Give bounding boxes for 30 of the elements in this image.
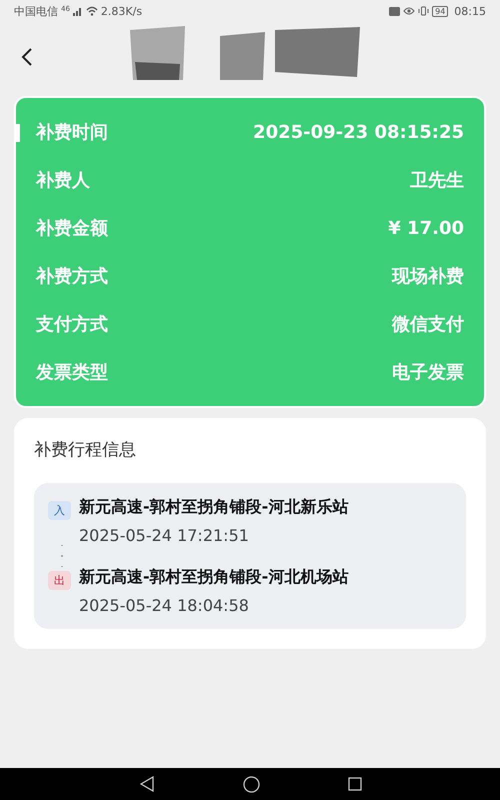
detail-value: 电子发票 [392,361,464,384]
detail-value: 卫先生 [410,169,464,192]
section-title: 补费行程信息 [34,439,137,461]
station-name: 新元高速-郭村至拐角铺段-河北新乐站 [79,497,348,518]
clock-time: 08:15 [454,4,486,18]
pass-time: 2025-05-24 18:04:58 [79,596,250,615]
detail-value: ¥ 17.00 [388,218,464,238]
detail-label: 补费方式 [36,265,108,288]
signal-icon [72,6,83,16]
eye-icon [403,7,416,15]
carrier-name: 中国电信 [14,4,58,18]
vibrate-icon [418,6,430,16]
recents-icon[interactable] [348,777,362,791]
home-icon[interactable] [242,776,260,792]
detail-label: 补费人 [36,169,90,192]
detail-label: 发票类型 [36,361,108,384]
detail-label: 补费金额 [36,217,108,240]
station-name: 新元高速-郭村至拐角铺段-河北机场站 [79,567,348,588]
battery-icon: 94 [432,6,448,16]
detail-label: 补费时间 [36,121,108,144]
network-speed: 2.83K/s [100,4,142,18]
detail-value: 微信支付 [392,313,464,336]
wifi-icon [86,6,98,16]
detail-value: 现场补费 [392,265,464,288]
detail-value: 2025-09-23 08:15:25 [253,122,464,142]
detail-label: 支付方式 [36,313,108,336]
direction-badge: 出 [48,571,71,590]
back-icon[interactable] [21,47,33,67]
direction-badge: 入 [48,501,71,520]
pass-time: 2025-05-24 17:21:51 [79,526,250,545]
